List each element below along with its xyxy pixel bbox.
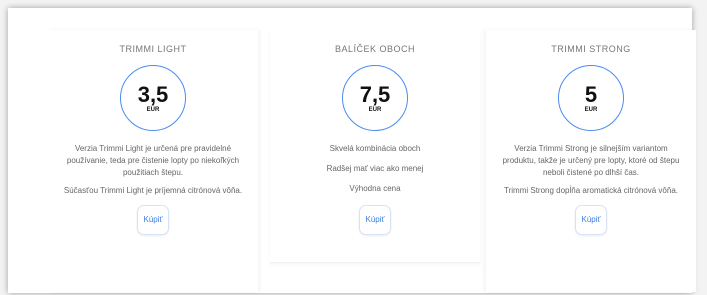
buy-button-bundle[interactable]: Kúpiť bbox=[359, 205, 391, 235]
plan-description: Skvelá kombinácia oboch Radšej mať viac … bbox=[284, 143, 466, 195]
plan-title: BALÍČEK OBOCH bbox=[334, 44, 416, 54]
price-currency: EUR bbox=[584, 106, 598, 113]
price-amount: 7,5 bbox=[359, 81, 391, 107]
plan-title: TRIMMI STRONG bbox=[551, 44, 631, 54]
plan-card-strong: TRIMMI STRONG 5 EUR Verzia Trimmi Strong… bbox=[486, 30, 696, 292]
plan-description: Verzia Trimmi Light je určená pre pravid… bbox=[62, 143, 244, 197]
price-circle: 7,5 EUR bbox=[342, 65, 408, 131]
description-paragraph: Radšej mať viac ako menej bbox=[326, 164, 424, 173]
price-circle: 5 EUR bbox=[558, 65, 624, 131]
price-currency: EUR bbox=[368, 106, 382, 113]
description-paragraph: Výhodna cena bbox=[349, 184, 401, 193]
buy-button-strong[interactable]: Kúpiť bbox=[575, 205, 607, 235]
description-paragraph: Trimmi Strong dopĺňa aromatická citrónov… bbox=[504, 186, 678, 195]
plan-description: Verzia Trimmi Strong je silnejším varian… bbox=[500, 143, 682, 197]
price-amount: 5 bbox=[584, 81, 598, 107]
price-circle: 3,5 EUR bbox=[120, 65, 186, 131]
pricing-section: TRIMMI LIGHT 3,5 EUR Verzia Trimmi Light… bbox=[8, 8, 696, 293]
buy-button-light[interactable]: Kúpiť bbox=[137, 205, 169, 235]
description-paragraph: Verzia Trimmi Strong je silnejším varian… bbox=[502, 144, 680, 177]
price-currency: EUR bbox=[146, 106, 160, 113]
description-paragraph: Súčasťou Trimmi Light je príjemná citrón… bbox=[63, 186, 243, 195]
price-amount: 3,5 bbox=[137, 81, 169, 107]
description-paragraph: Skvelá kombinácia oboch bbox=[329, 144, 421, 153]
plan-card-bundle: BALÍČEK OBOCH 7,5 EUR Skvelá kombinácia … bbox=[270, 30, 480, 263]
description-paragraph: Verzia Trimmi Light je určená pre pravid… bbox=[66, 144, 240, 177]
plan-title: TRIMMI LIGHT bbox=[119, 44, 187, 54]
plan-card-light: TRIMMI LIGHT 3,5 EUR Verzia Trimmi Light… bbox=[48, 30, 258, 292]
